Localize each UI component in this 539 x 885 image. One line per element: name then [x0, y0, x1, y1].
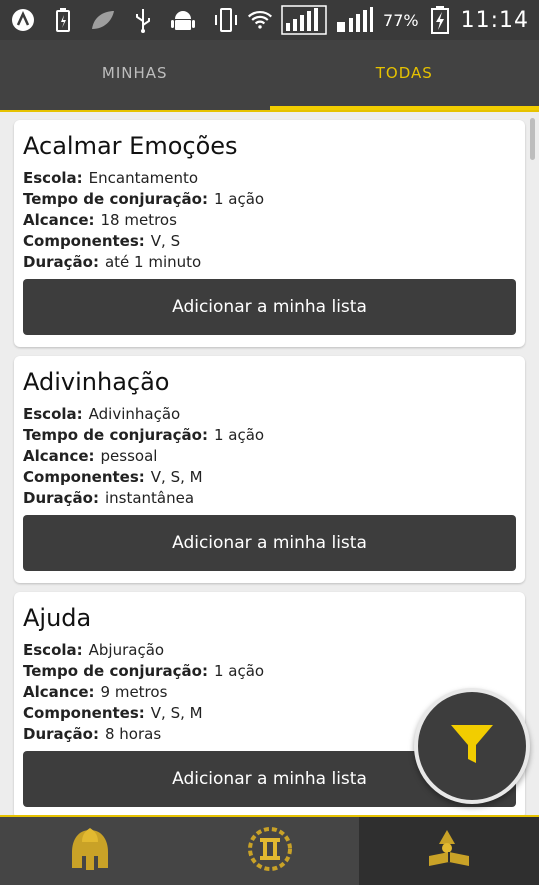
school-row: Escola: Adivinhação — [23, 404, 516, 425]
casting-time-row: Tempo de conjuração: 1 ação — [23, 425, 516, 446]
signal-2-icon — [335, 7, 375, 33]
casting-time-value: 1 ação — [213, 662, 265, 680]
list-scrollbar[interactable] — [530, 118, 535, 160]
range-row: Alcance: pessoal — [23, 446, 516, 467]
add-to-list-button[interactable]: Adicionar a minha lista — [23, 279, 516, 335]
add-to-list-button[interactable]: Adicionar a minha lista — [23, 515, 516, 571]
battery-charging-icon — [50, 7, 76, 33]
components-value: V, S, M — [150, 704, 203, 722]
clock: 11:14 — [460, 7, 529, 33]
school-label: Escola: — [23, 169, 83, 187]
signal-icon — [281, 5, 327, 35]
nav-item-spartan[interactable] — [0, 817, 180, 885]
usb-icon — [130, 7, 156, 33]
tab-bar: MINHAS TODAS — [0, 40, 539, 110]
spell-card: Acalmar Emoções Escola: Encantamento Temp… — [14, 120, 525, 347]
duration-value: 8 horas — [104, 725, 162, 743]
wifi-icon — [247, 7, 273, 33]
a-icon — [10, 7, 36, 33]
nav-item-wizard[interactable] — [359, 817, 539, 885]
school-label: Escola: — [23, 641, 83, 659]
range-value: 18 metros — [100, 211, 177, 229]
components-row: Componentes: V, S, M — [23, 467, 516, 488]
nav-item-pillar[interactable] — [180, 817, 360, 885]
components-value: V, S — [150, 232, 181, 250]
range-label: Alcance: — [23, 683, 95, 701]
vibrate-icon — [213, 7, 239, 33]
casting-time-value: 1 ação — [213, 426, 265, 444]
school-value: Adivinhação — [88, 405, 181, 423]
battery-percent: 77% — [383, 10, 419, 30]
duration-row: Duração: instantânea — [23, 488, 516, 509]
range-row: Alcance: 18 metros — [23, 210, 516, 231]
components-label: Componentes: — [23, 704, 145, 722]
duration-label: Duração: — [23, 489, 99, 507]
pillar-wreath-icon — [246, 826, 294, 876]
wizard-book-icon — [425, 826, 473, 876]
school-row: Escola: Abjuração — [23, 640, 516, 661]
tab-todas[interactable]: TODAS — [269, 40, 539, 110]
school-label: Escola: — [23, 405, 83, 423]
filter-button[interactable] — [414, 688, 530, 804]
school-value: Encantamento — [88, 169, 199, 187]
duration-label: Duração: — [23, 253, 99, 271]
components-row: Componentes: V, S — [23, 231, 516, 252]
range-label: Alcance: — [23, 211, 95, 229]
filter-icon — [447, 719, 497, 773]
duration-value: instantânea — [104, 489, 195, 507]
range-label: Alcance: — [23, 447, 95, 465]
duration-row: Duração: até 1 minuto — [23, 252, 516, 273]
spell-title: Adivinhação — [23, 368, 170, 396]
spartan-helmet-icon — [68, 826, 112, 876]
tab-minhas[interactable]: MINHAS — [0, 40, 270, 110]
casting-time-label: Tempo de conjuração: — [23, 662, 208, 680]
leaf-icon — [90, 7, 116, 33]
casting-time-row: Tempo de conjuração: 1 ação — [23, 661, 516, 682]
school-value: Abjuração — [88, 641, 165, 659]
components-label: Componentes: — [23, 232, 145, 250]
spell-title: Acalmar Emoções — [23, 132, 238, 160]
spell-card: Adivinhação Escola: Adivinhação Tempo de … — [14, 356, 525, 583]
range-value: pessoal — [100, 447, 158, 465]
bottom-nav — [0, 815, 539, 885]
charging-icon — [427, 6, 453, 34]
duration-value: até 1 minuto — [104, 253, 202, 271]
casting-time-row: Tempo de conjuração: 1 ação — [23, 189, 516, 210]
duration-label: Duração: — [23, 725, 99, 743]
components-label: Componentes: — [23, 468, 145, 486]
components-value: V, S, M — [150, 468, 203, 486]
casting-time-label: Tempo de conjuração: — [23, 190, 208, 208]
android-icon — [170, 7, 196, 33]
spell-title: Ajuda — [23, 604, 92, 632]
range-value: 9 metros — [100, 683, 168, 701]
casting-time-label: Tempo de conjuração: — [23, 426, 208, 444]
school-row: Escola: Encantamento — [23, 168, 516, 189]
casting-time-value: 1 ação — [213, 190, 265, 208]
status-bar: 77% 11:14 — [0, 0, 539, 40]
